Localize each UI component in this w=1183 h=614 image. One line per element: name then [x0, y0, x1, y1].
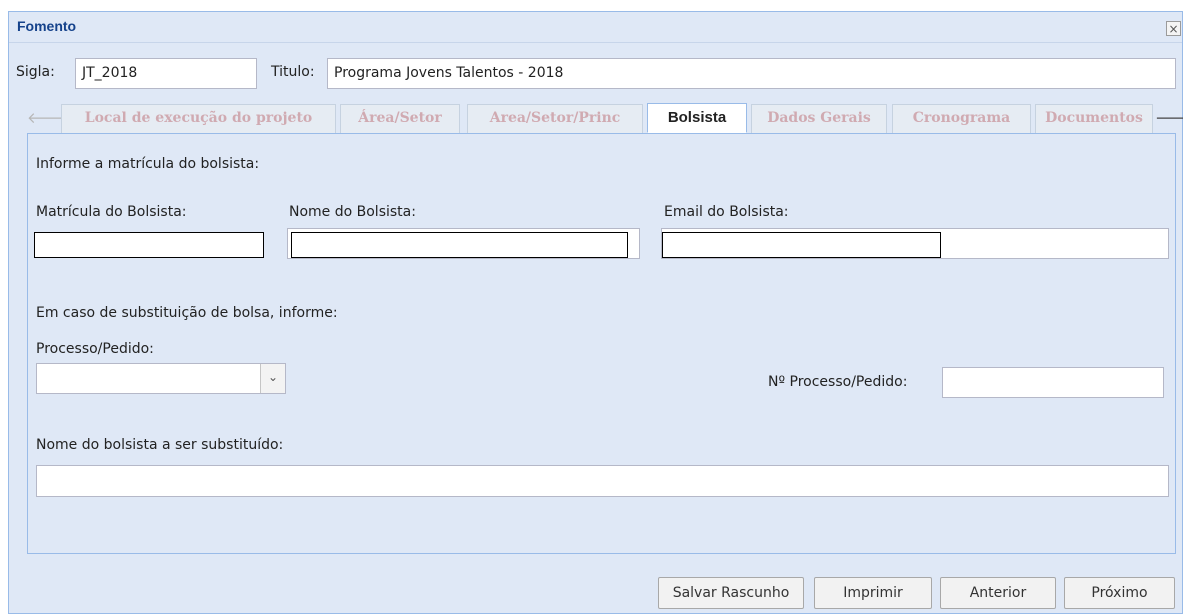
nome-label: Nome do Bolsista: — [289, 204, 416, 220]
sigla-input[interactable]: JT_2018 — [75, 58, 257, 89]
tab-scroll-left-icon[interactable]: 🡐 — [27, 105, 67, 132]
substituido-label: Nome do bolsista a ser substituído: — [36, 437, 284, 453]
email-input[interactable] — [662, 232, 941, 258]
tab-cronograma[interactable]: Cronograma — [892, 104, 1031, 133]
imprimir-button[interactable]: Imprimir — [814, 577, 932, 609]
tab-local-execucao[interactable]: Local de execução do projeto — [61, 104, 336, 133]
nome-input[interactable] — [291, 232, 628, 258]
tab-area-setor-princ[interactable]: Area/Setor/Princ — [467, 104, 643, 133]
window-titlebar: Fomento × — [9, 12, 1182, 43]
tab-dados-gerais[interactable]: Dados Gerais — [751, 104, 887, 133]
tab-bolsista[interactable]: Bolsista — [647, 103, 747, 133]
tab-scroll-right-icon[interactable]: 🡒 — [1155, 105, 1183, 132]
processo-label: Processo/Pedido: — [36, 341, 154, 357]
close-icon[interactable]: × — [1166, 21, 1181, 36]
titulo-label: Titulo: — [271, 64, 315, 80]
num-processo-input[interactable] — [942, 367, 1164, 398]
tab-bar: 🡐 Local de execução do projeto Área/Seto… — [16, 100, 1183, 133]
processo-select[interactable]: ⌄ — [36, 363, 286, 394]
matricula-label: Matrícula do Bolsista: — [36, 204, 187, 220]
substituido-input[interactable] — [36, 465, 1169, 497]
proximo-button[interactable]: Próximo — [1064, 577, 1175, 609]
window-title: Fomento — [17, 18, 77, 34]
email-label: Email do Bolsista: — [664, 204, 789, 220]
tab-documentos[interactable]: Documentos — [1035, 104, 1153, 133]
sigla-label: Sigla: — [16, 64, 55, 80]
matricula-input[interactable] — [34, 232, 264, 258]
titulo-input[interactable]: Programa Jovens Talentos - 2018 — [327, 58, 1176, 89]
chevron-down-icon[interactable]: ⌄ — [260, 364, 285, 393]
tab-area-setor[interactable]: Área/Setor — [340, 104, 460, 133]
anterior-button[interactable]: Anterior — [940, 577, 1056, 609]
intro-text: Informe a matrícula do bolsista: — [36, 156, 260, 172]
salvar-rascunho-button[interactable]: Salvar Rascunho — [658, 577, 804, 609]
num-processo-label: Nº Processo/Pedido: — [768, 374, 908, 390]
substituicao-intro: Em caso de substituição de bolsa, inform… — [36, 305, 338, 321]
